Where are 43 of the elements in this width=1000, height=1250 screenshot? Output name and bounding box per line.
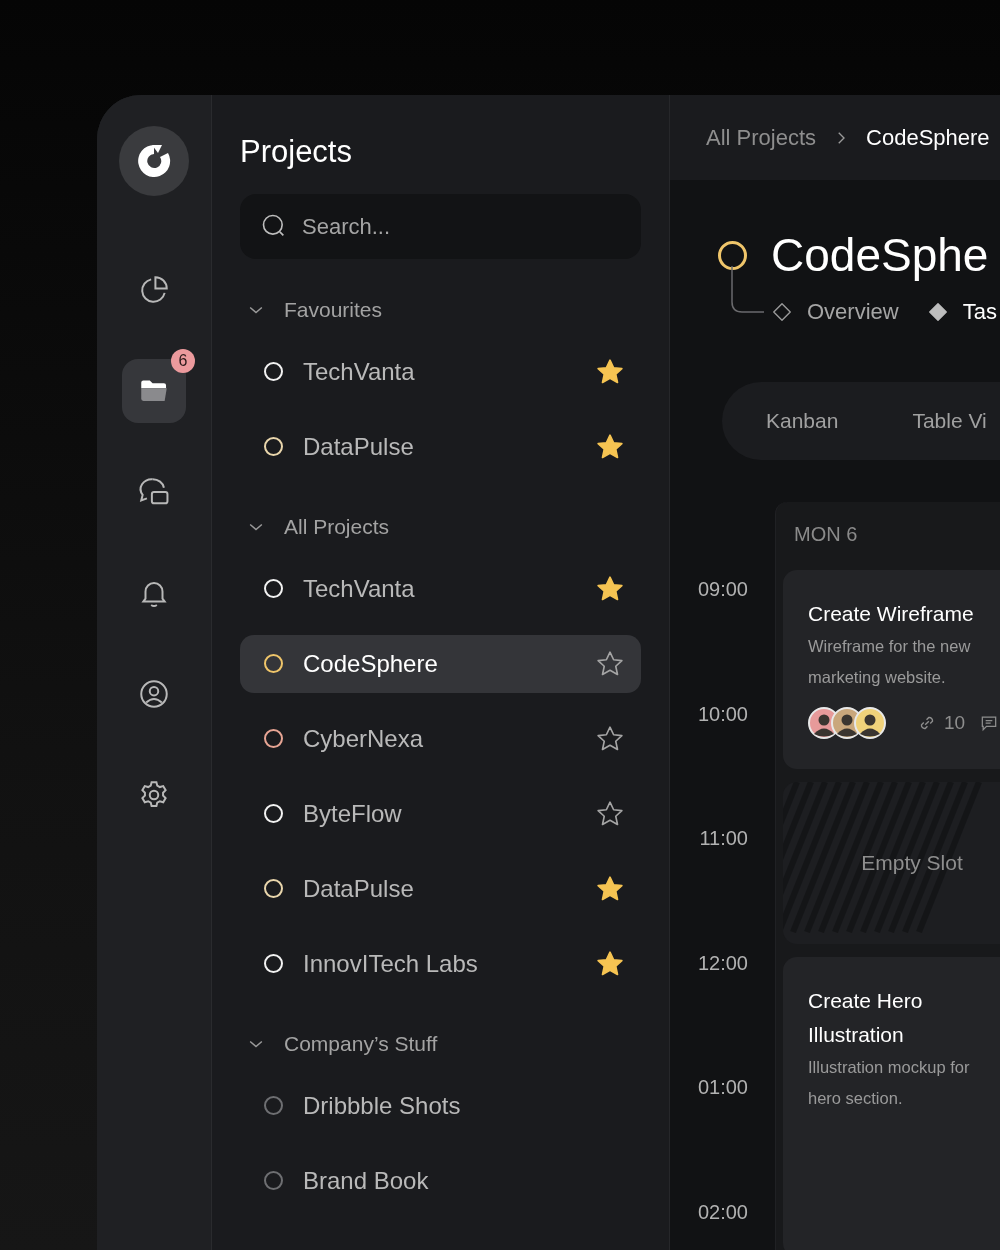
diamond-icon (771, 301, 793, 323)
task-description: Illustration mockup for hero section. (808, 1057, 971, 1109)
diamond-icon (926, 301, 949, 323)
task-card[interactable]: Create Wireframe Wireframe for the new marketing website. 10 (783, 570, 1000, 769)
avatar (854, 707, 886, 739)
view-tab[interactable]: Table Vi (912, 409, 987, 433)
task-card[interactable]: Create Hero Illustration Illustration mockup for hero section. (783, 957, 1000, 1250)
project-title: CodeSphe (771, 228, 989, 283)
project-item[interactable]: Dribbble Shots (240, 1076, 641, 1135)
time-label: 02:00 (696, 1199, 749, 1225)
project-item[interactable]: TechVanta (240, 342, 641, 401)
group-toggle[interactable]: All Projects (240, 507, 390, 547)
time-label: 01:00 (696, 1075, 749, 1101)
time-label: 11:00 (698, 826, 749, 852)
view-tab[interactable]: Kanban (766, 409, 839, 433)
project-tab[interactable]: Overview (771, 299, 899, 325)
tree-connector (731, 266, 765, 316)
breadcrumb-link[interactable]: CodeSphere (866, 124, 990, 151)
breadcrumb-link[interactable]: All Projects (706, 124, 817, 151)
time-label: 12:00 (696, 950, 749, 976)
time-label: 10:00 (696, 701, 749, 727)
project-item[interactable]: Brand Book (240, 1151, 641, 1210)
project-item[interactable]: CyberNexa (240, 709, 641, 768)
group-toggle[interactable]: Favourites (240, 290, 383, 330)
project-item[interactable]: DataPulse (240, 859, 641, 918)
notification-badge: 6 (171, 349, 195, 373)
project-item[interactable]: DataPulse (240, 417, 641, 476)
group-toggle[interactable]: Company’s Stuff (240, 1024, 438, 1064)
panel-title: Projects (240, 134, 353, 170)
empty-slot[interactable]: Empty Slot (783, 782, 1000, 944)
project-item[interactable]: CodeSphere (240, 634, 641, 693)
task-description: Wireframe for the new marketing website. (808, 636, 972, 688)
search-field[interactable]: Search... (240, 194, 641, 259)
task-title: Create Wireframe (808, 601, 975, 627)
project-item[interactable]: InnovITech Labs (240, 934, 641, 993)
day-header: MON 6 (793, 522, 859, 547)
project-item[interactable]: TechVanta (240, 559, 641, 618)
user-profile-icon (137, 677, 171, 711)
project-item[interactable]: ByteFlow (240, 784, 641, 843)
time-label: 09:00 (696, 577, 749, 602)
project-tab[interactable]: Tas (926, 299, 997, 325)
task-title: Create Hero Illustration (808, 988, 924, 1048)
link-count: 10 (944, 712, 966, 734)
